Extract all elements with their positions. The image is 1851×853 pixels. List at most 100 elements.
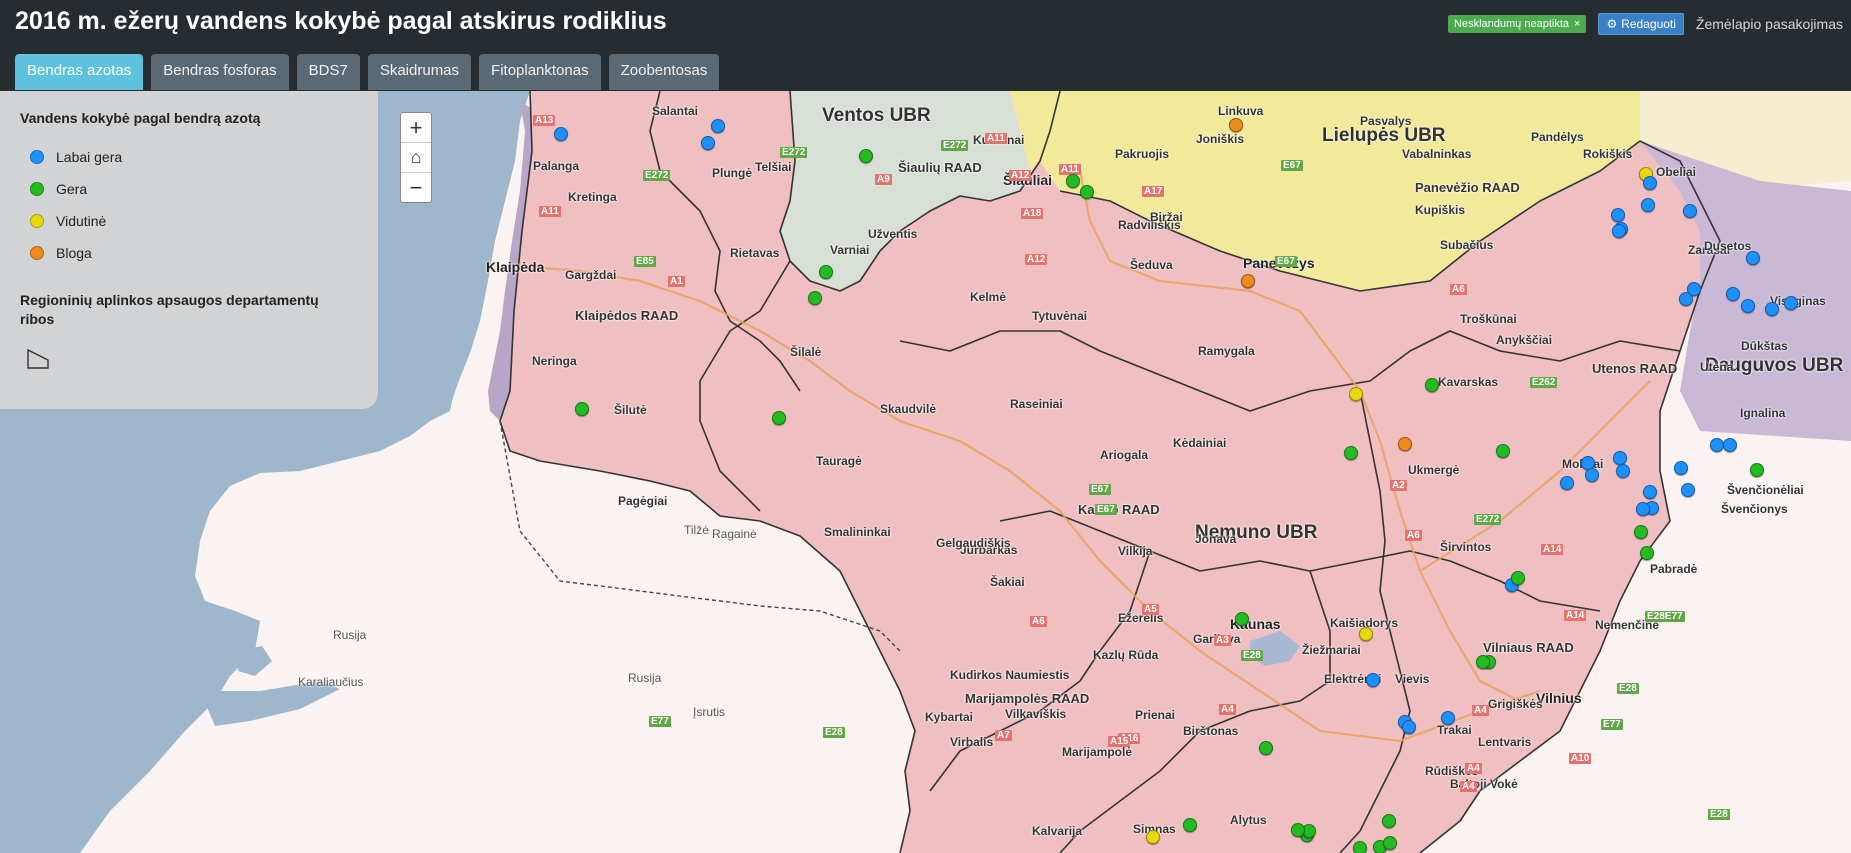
road-shield: A6 bbox=[1405, 530, 1422, 541]
lake-point[interactable] bbox=[1235, 612, 1249, 626]
issues-badge-label: Nesklandumų neaptikta bbox=[1454, 18, 1569, 30]
city-label: Rokiškis bbox=[1583, 147, 1633, 161]
zoom-out-button[interactable]: − bbox=[401, 173, 431, 202]
city-label: Joniškis bbox=[1196, 132, 1245, 146]
legend-label: Vidutinė bbox=[56, 213, 107, 229]
lake-point[interactable] bbox=[819, 265, 833, 279]
lake-point[interactable] bbox=[575, 402, 589, 416]
lake-point[interactable] bbox=[554, 127, 568, 141]
lake-point[interactable] bbox=[1681, 483, 1695, 497]
lake-point[interactable] bbox=[1679, 292, 1693, 306]
lake-point[interactable] bbox=[1750, 463, 1764, 477]
lake-point[interactable] bbox=[1641, 198, 1655, 212]
lake-point[interactable] bbox=[1710, 438, 1724, 452]
city-label: Ukmergė bbox=[1408, 463, 1460, 477]
city-label: Šilutė bbox=[614, 403, 647, 417]
lake-point[interactable] bbox=[1560, 476, 1574, 490]
lake-point[interactable] bbox=[1640, 546, 1654, 560]
road-shield: E28 bbox=[823, 727, 845, 738]
edit-button-label: Redaguoti bbox=[1621, 17, 1676, 31]
tab-fitoplanktonas[interactable]: Fitoplanktonas bbox=[479, 54, 601, 90]
lake-point[interactable] bbox=[1741, 299, 1755, 313]
home-icon[interactable]: ⌂ bbox=[401, 143, 431, 173]
lake-point[interactable] bbox=[1383, 836, 1397, 850]
close-icon[interactable]: × bbox=[1574, 18, 1580, 30]
lake-point[interactable] bbox=[1726, 287, 1740, 301]
lake-point[interactable] bbox=[1611, 208, 1625, 222]
lake-point[interactable] bbox=[1746, 251, 1760, 265]
lake-point[interactable] bbox=[1765, 302, 1779, 316]
city-label: Anykščiai bbox=[1496, 333, 1553, 347]
lake-point[interactable] bbox=[1146, 830, 1160, 844]
lake-point[interactable] bbox=[1643, 485, 1657, 499]
raad-label: Marijampolės RAAD bbox=[965, 691, 1090, 706]
city-label: Kėdainiai bbox=[1173, 436, 1227, 450]
lake-point[interactable] bbox=[772, 411, 786, 425]
lake-point[interactable] bbox=[1612, 224, 1626, 238]
lake-point[interactable] bbox=[1674, 461, 1688, 475]
road-shield: A14 bbox=[1564, 610, 1587, 621]
legend-label: Gera bbox=[56, 181, 88, 197]
lake-point[interactable] bbox=[1382, 814, 1396, 828]
tab-skaidrumas[interactable]: Skaidrumas bbox=[367, 54, 472, 90]
lake-point[interactable] bbox=[1634, 525, 1648, 539]
city-label: Troškūnai bbox=[1460, 312, 1517, 326]
city-label: Širvintos bbox=[1440, 540, 1492, 554]
lake-point[interactable] bbox=[1683, 204, 1697, 218]
lake-point[interactable] bbox=[701, 136, 715, 150]
legend-item-labai-gera: Labai gera bbox=[30, 149, 122, 165]
road-shield: E67 bbox=[1275, 256, 1297, 267]
lake-point[interactable] bbox=[1585, 468, 1599, 482]
neighbor-label: Tilžė bbox=[684, 523, 709, 537]
city-label: Utena bbox=[1700, 360, 1734, 374]
issues-badge[interactable]: Nesklandumų neaptikta × bbox=[1448, 15, 1587, 33]
zoom-in-button[interactable]: + bbox=[401, 113, 431, 143]
lake-point[interactable] bbox=[1496, 444, 1510, 458]
boundary-polygon-icon bbox=[27, 348, 49, 369]
tab-bds7[interactable]: BDS7 bbox=[296, 54, 360, 90]
lake-point[interactable] bbox=[1425, 378, 1439, 392]
legend-item-bloga: Bloga bbox=[30, 245, 92, 261]
lake-point[interactable] bbox=[1080, 185, 1094, 199]
road-shield: E272 bbox=[1474, 514, 1502, 525]
map-story-link[interactable]: Žemėlapio pasakojimas bbox=[1696, 16, 1851, 32]
lake-point[interactable] bbox=[1784, 296, 1798, 310]
lake-point[interactable] bbox=[1613, 451, 1627, 465]
city-label: Pabradė bbox=[1650, 562, 1698, 576]
lake-point[interactable] bbox=[1636, 502, 1650, 516]
road-shield: E67 bbox=[1281, 160, 1303, 171]
tab-bendras-fosforas[interactable]: Bendras fosforas bbox=[151, 54, 289, 90]
lake-point[interactable] bbox=[1476, 655, 1490, 669]
lake-point[interactable] bbox=[1366, 673, 1380, 687]
lake-point[interactable] bbox=[859, 149, 873, 163]
tab-bendras-azotas[interactable]: Bendras azotas bbox=[15, 54, 144, 90]
city-label: Biržai bbox=[1150, 210, 1183, 224]
lake-point[interactable] bbox=[1511, 571, 1525, 585]
lake-point[interactable] bbox=[1441, 711, 1455, 725]
lake-point[interactable] bbox=[1398, 437, 1412, 451]
lake-point[interactable] bbox=[1349, 387, 1363, 401]
city-label: Obeliai bbox=[1656, 165, 1697, 179]
lake-point[interactable] bbox=[1353, 841, 1367, 853]
lake-point[interactable] bbox=[1259, 741, 1273, 755]
lake-point[interactable] bbox=[1616, 464, 1630, 478]
edit-button[interactable]: ⚙ Redaguoti bbox=[1598, 13, 1684, 35]
lake-point[interactable] bbox=[711, 119, 725, 133]
lake-point[interactable] bbox=[1229, 118, 1243, 132]
lake-point[interactable] bbox=[1291, 823, 1305, 837]
lake-point[interactable] bbox=[1359, 627, 1373, 641]
road-shield: A6 bbox=[1030, 616, 1047, 627]
tab-zoobentosas[interactable]: Zoobentosas bbox=[608, 54, 720, 90]
lake-point[interactable] bbox=[808, 291, 822, 305]
city-label: Vabalninkas bbox=[1402, 147, 1472, 161]
road-shield: E67 bbox=[1089, 484, 1111, 495]
lake-point[interactable] bbox=[1344, 446, 1358, 460]
lake-point[interactable] bbox=[1241, 274, 1255, 288]
lake-point[interactable] bbox=[1066, 174, 1080, 188]
lake-point[interactable] bbox=[1402, 720, 1416, 734]
lake-point[interactable] bbox=[1183, 818, 1197, 832]
legend-dot-vidutine bbox=[30, 214, 44, 228]
city-label: Gelgaudiškis bbox=[936, 536, 1011, 550]
lake-point[interactable] bbox=[1643, 176, 1657, 190]
lake-point[interactable] bbox=[1723, 438, 1737, 452]
